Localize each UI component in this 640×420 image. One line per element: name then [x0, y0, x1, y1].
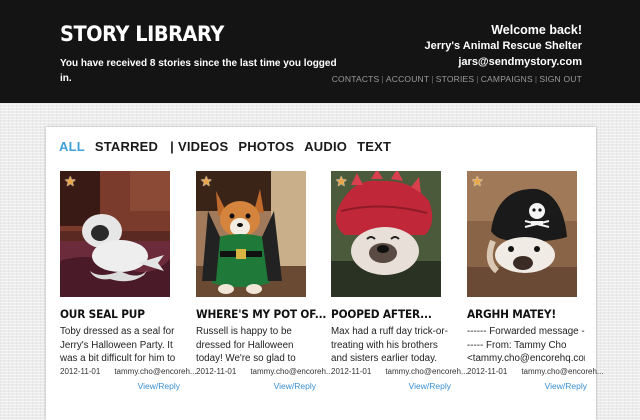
welcome-message: Welcome back! [491, 23, 582, 37]
tab-text[interactable]: TEXT [357, 139, 391, 154]
top-navigation: CONTACTS | ACCOUNT | STORIES | CAMPAIGNS | SIGN … [331, 74, 582, 84]
story-date: 2012-11-01 [331, 367, 372, 376]
filter-divider: | [170, 139, 174, 154]
bulldog-in-red-dragon-hat-image [331, 171, 441, 297]
story-sender: tammy.cho@encoreh... [114, 367, 197, 376]
story-sender: tammy.cho@encoreh... [385, 367, 468, 376]
account-email: jars@sendmystory.com [458, 56, 582, 68]
filter-tabs: ALL STARRED | VIDEOS PHOTOS AUDIO TEXT [59, 139, 401, 154]
star-icon[interactable]: ★ [335, 174, 348, 188]
organization-name: Jerry's Animal Rescue Shelter [424, 40, 582, 52]
story-title[interactable]: WHERE'S MY POT OF... [196, 307, 326, 321]
story-title[interactable]: OUR SEAL PUP [60, 307, 170, 321]
story-sender: tammy.cho@encoreh... [521, 367, 604, 376]
star-icon[interactable]: ★ [64, 174, 77, 188]
story-excerpt: Max had a ruff day trick-or-treating wit… [331, 326, 448, 364]
story-card[interactable]: ★ ARGHH MATEY! ------ Forwarded message … [467, 171, 604, 391]
story-thumbnail[interactable]: ★ [196, 171, 306, 297]
story-meta: 2012-11-01 tammy.cho@encoreh... [331, 367, 468, 376]
story-title[interactable]: POOPED AFTER... [331, 307, 441, 321]
view-reply-link[interactable]: View/Reply [331, 381, 451, 391]
story-meta: 2012-11-01 tammy.cho@encoreh... [196, 367, 333, 376]
story-date: 2012-11-01 [60, 367, 101, 376]
nav-sign-out[interactable]: SIGN OUT [539, 74, 582, 84]
nav-campaigns[interactable]: CAMPAIGNS [481, 74, 533, 84]
view-reply-link[interactable]: View/Reply [60, 381, 180, 391]
story-thumbnail[interactable]: ★ [60, 171, 170, 297]
puppy-in-pirate-hat-image [467, 171, 577, 297]
story-card[interactable]: ★ POOPED AFTER... Max had a ruff day tri… [331, 171, 468, 391]
story-library-panel: ALL STARRED | VIDEOS PHOTOS AUDIO TEXT ★ [46, 127, 604, 420]
story-excerpt: Toby dressed as a seal for Jerry's Hallo… [60, 326, 176, 364]
star-icon[interactable]: ★ [200, 174, 213, 188]
tab-photos[interactable]: PHOTOS [238, 139, 294, 154]
tab-videos[interactable]: VIDEOS [178, 139, 228, 154]
story-title[interactable]: ARGHH MATEY! [467, 307, 577, 321]
story-sender: tammy.cho@encoreh... [250, 367, 333, 376]
pug-in-seal-costume-image [60, 171, 170, 297]
star-icon[interactable]: ★ [471, 174, 484, 188]
story-thumbnail[interactable]: ★ [467, 171, 577, 297]
view-reply-link[interactable]: View/Reply [467, 381, 587, 391]
corgi-in-leprechaun-costume-image [196, 171, 306, 297]
account-block: Welcome back! Jerry's Animal Rescue Shel… [332, 22, 582, 84]
page-title: STORY LIBRARY [60, 22, 224, 46]
new-stories-notice: You have received 8 stories since the la… [60, 58, 337, 84]
story-thumbnail[interactable]: ★ [331, 171, 441, 297]
story-date: 2012-11-01 [467, 367, 508, 376]
nav-contacts[interactable]: CONTACTS [332, 74, 380, 84]
view-reply-link[interactable]: View/Reply [196, 381, 316, 391]
brand-block: STORY LIBRARY You have received 8 storie… [60, 22, 350, 86]
site-header: STORY LIBRARY You have received 8 storie… [0, 0, 640, 103]
story-date: 2012-11-01 [196, 367, 237, 376]
nav-account[interactable]: ACCOUNT [386, 74, 429, 84]
story-excerpt: ------ Forwarded message ------ From: Ta… [467, 326, 585, 364]
nav-stories[interactable]: STORIES [436, 74, 475, 84]
tab-audio[interactable]: AUDIO [304, 139, 347, 154]
tab-starred[interactable]: STARRED [95, 139, 158, 154]
story-card[interactable]: ★ OUR SEAL PUP Toby dressed as a seal fo… [60, 171, 197, 391]
story-card[interactable]: ★ WHERE'S MY POT OF... Russell is happy … [196, 171, 333, 391]
tab-all[interactable]: ALL [59, 139, 85, 154]
story-meta: 2012-11-01 tammy.cho@encoreh... [467, 367, 604, 376]
story-excerpt: Russell is happy to be dressed for Hallo… [196, 326, 296, 364]
story-meta: 2012-11-01 tammy.cho@encoreh... [60, 367, 197, 376]
